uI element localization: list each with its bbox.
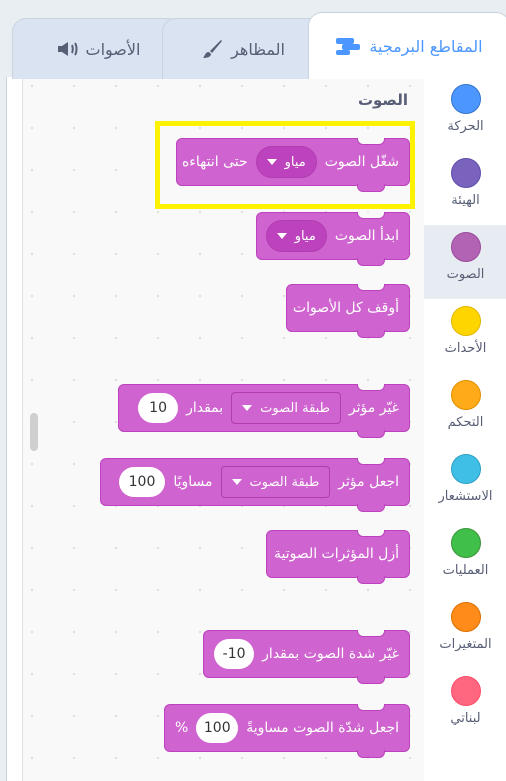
effect-value-input[interactable]: 100 bbox=[118, 467, 166, 497]
category-sound-label: الصوت bbox=[446, 267, 485, 282]
block-text: أزل المؤثرات الصوتية bbox=[273, 546, 399, 562]
block-start-sound[interactable]: ابدأ الصوت مياو bbox=[256, 212, 410, 266]
code-blocks-icon bbox=[335, 36, 361, 56]
sound-category-icon bbox=[450, 232, 481, 262]
motion-category-icon bbox=[450, 84, 481, 114]
block-change-effect[interactable]: غيّر مؤثر طبقة الصوت بمقدار 10 bbox=[118, 384, 410, 438]
category-motion-label: الحركة bbox=[447, 119, 484, 134]
block-text: غيّر شدة الصوت بمقدار bbox=[262, 646, 399, 662]
block-text: مساويًا bbox=[173, 474, 213, 490]
caret-down-icon bbox=[231, 479, 242, 485]
tab-code[interactable]: المقاطع البرمجية bbox=[308, 12, 506, 79]
tab-sounds-label: الأصوات bbox=[85, 39, 141, 59]
sound-menu-dropdown[interactable]: مياو bbox=[265, 220, 327, 252]
category-menu: الحركة الهيئة الصوت الأحداث التحكم الاست… bbox=[424, 77, 506, 781]
category-looks[interactable]: الهيئة bbox=[424, 151, 506, 225]
category-operators-label: العمليات bbox=[442, 563, 489, 578]
category-operators[interactable]: العمليات bbox=[424, 521, 506, 595]
effect-menu-dropdown[interactable]: طبقة الصوت bbox=[231, 392, 341, 424]
category-events[interactable]: الأحداث bbox=[424, 299, 506, 373]
block-text: ابدأ الصوت bbox=[334, 228, 399, 244]
effect-amount-input[interactable]: 10 bbox=[138, 393, 179, 423]
category-my-blocks-label: لبناتي bbox=[450, 711, 481, 726]
category-control[interactable]: التحكم bbox=[424, 373, 506, 447]
dropdown-value: طبقة الصوت bbox=[260, 400, 330, 416]
paintbrush-icon bbox=[201, 38, 223, 60]
block-text: غيّر مؤثر bbox=[348, 400, 399, 416]
tab-sounds[interactable]: الأصوات bbox=[12, 18, 182, 79]
variables-category-icon bbox=[450, 602, 481, 632]
percent-sign: % bbox=[175, 720, 189, 736]
category-sensing-label: الاستشعار bbox=[438, 489, 493, 504]
effect-menu-dropdown[interactable]: طبقة الصوت bbox=[220, 466, 331, 498]
block-text: اجعل مؤثر bbox=[338, 474, 399, 490]
category-variables-label: المتغيرات bbox=[439, 637, 492, 652]
tab-code-label: المقاطع البرمجية bbox=[369, 36, 483, 56]
block-text: بمقدار bbox=[186, 400, 224, 416]
volume-amount-input[interactable]: -10 bbox=[214, 639, 255, 669]
block-set-effect[interactable]: اجعل مؤثر طبقة الصوت مساويًا 100 bbox=[100, 458, 410, 512]
palette-scrollbar[interactable] bbox=[30, 413, 38, 451]
palette-section-title: الصوت bbox=[357, 91, 408, 109]
block-change-volume[interactable]: غيّر شدة الصوت بمقدار -10 bbox=[203, 630, 410, 684]
block-set-volume[interactable]: اجعل شدّة الصوت مساويةً 100 % bbox=[164, 704, 410, 758]
block-text: أوقف كل الأصوات bbox=[292, 300, 399, 316]
category-sensing[interactable]: الاستشعار bbox=[424, 447, 506, 521]
block-stop-all-sounds[interactable]: أوقف كل الأصوات bbox=[286, 284, 410, 338]
block-clear-sound-effects[interactable]: أزل المؤثرات الصوتية bbox=[266, 530, 410, 584]
category-events-label: الأحداث bbox=[444, 341, 487, 356]
category-motion[interactable]: الحركة bbox=[424, 77, 506, 151]
looks-category-icon bbox=[450, 158, 481, 188]
category-variables[interactable]: المتغيرات bbox=[424, 595, 506, 669]
dropdown-value: مياو bbox=[294, 228, 316, 244]
category-looks-label: الهيئة bbox=[451, 193, 480, 208]
tab-costumes-label: المظاهر bbox=[231, 39, 285, 59]
block-text: اجعل شدّة الصوت مساويةً bbox=[246, 720, 399, 736]
dropdown-value: طبقة الصوت bbox=[249, 474, 320, 490]
speaker-icon bbox=[54, 39, 78, 59]
category-sound[interactable]: الصوت bbox=[424, 225, 506, 299]
editor-tabs: المقاطع البرمجية المظاهر الأصوات bbox=[0, 0, 506, 79]
caret-down-icon bbox=[276, 233, 287, 239]
operators-category-icon bbox=[450, 528, 481, 558]
tab-costumes[interactable]: المظاهر bbox=[162, 18, 324, 79]
highlight-box bbox=[155, 121, 415, 209]
caret-down-icon bbox=[242, 405, 253, 411]
events-category-icon bbox=[450, 306, 481, 336]
control-category-icon bbox=[450, 380, 481, 410]
my-blocks-category-icon bbox=[450, 676, 481, 706]
volume-value-input[interactable]: 100 bbox=[196, 713, 239, 743]
sensing-category-icon bbox=[450, 454, 481, 484]
category-my-blocks[interactable]: لبناتي bbox=[424, 669, 506, 743]
category-control-label: التحكم bbox=[447, 415, 484, 430]
